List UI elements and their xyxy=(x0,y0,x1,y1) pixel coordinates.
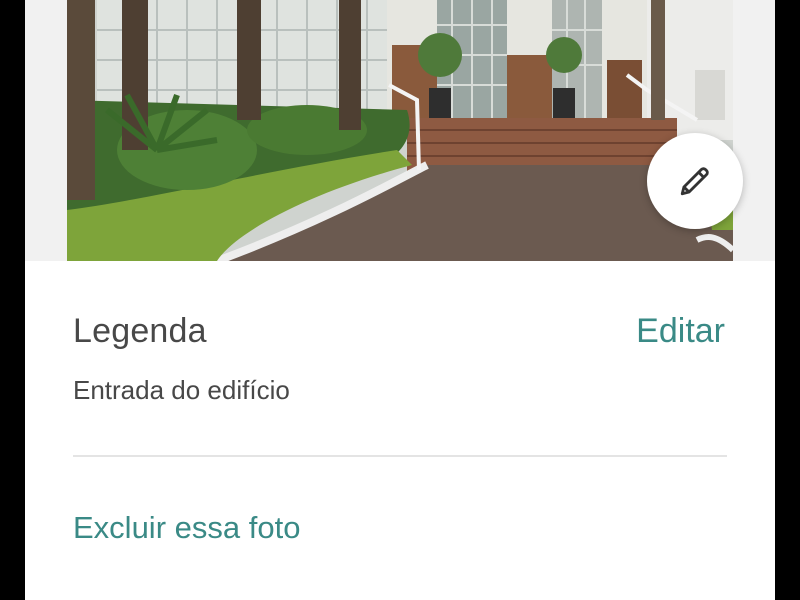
photo-area xyxy=(25,0,775,261)
delete-photo-link[interactable]: Excluir essa foto xyxy=(73,510,300,546)
photo-detail-sheet: Legenda Editar Entrada do edifício Exclu… xyxy=(25,0,775,600)
caption-text: Entrada do edifício xyxy=(73,375,290,405)
divider xyxy=(73,455,727,457)
edit-photo-button[interactable] xyxy=(647,133,743,229)
building-entrance-photo xyxy=(67,0,733,261)
caption-heading: Legenda xyxy=(73,312,207,350)
edit-caption-link[interactable]: Editar xyxy=(636,312,725,351)
pencil-icon xyxy=(680,167,709,196)
